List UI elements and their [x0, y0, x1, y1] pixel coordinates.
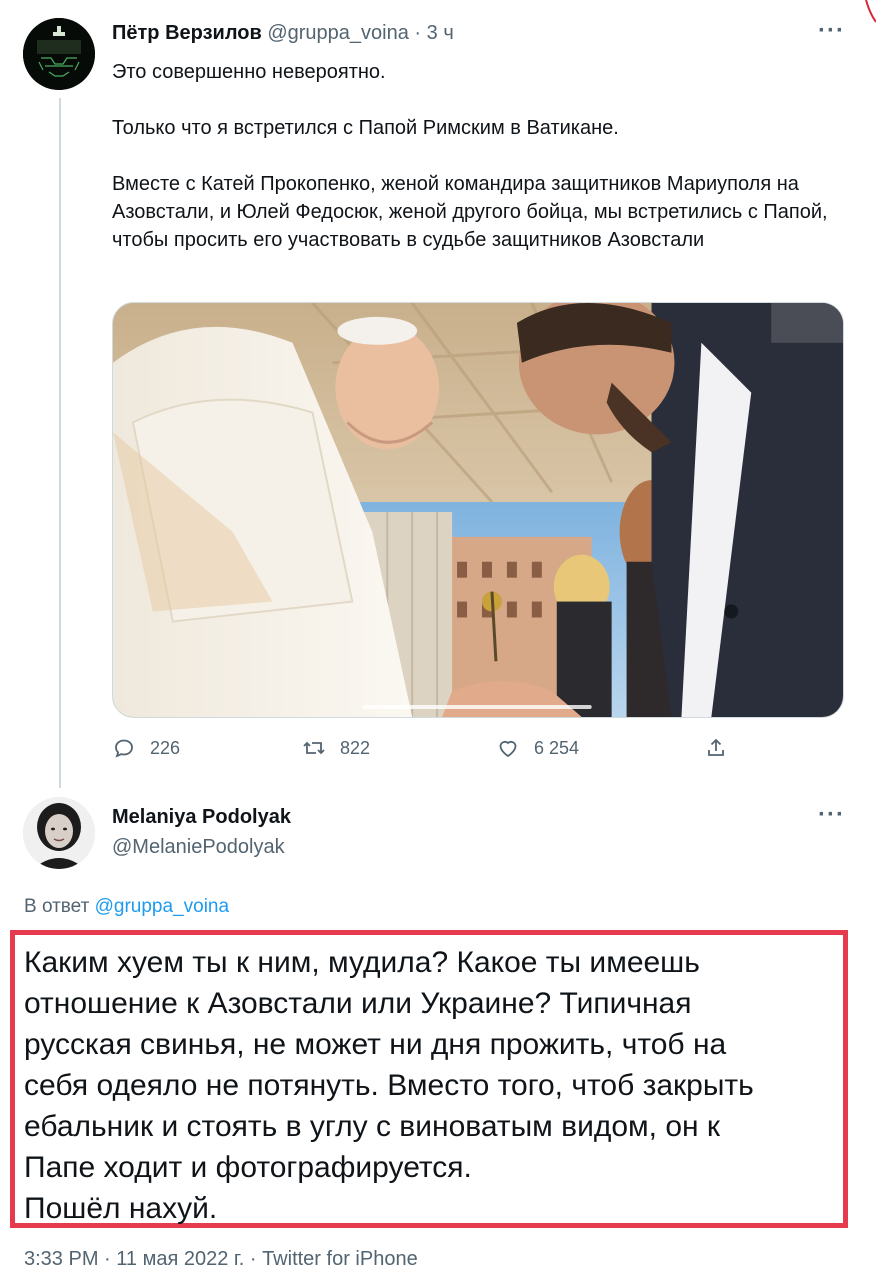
- reply-line: русская свинья, не может ни дня прожить,…: [24, 1028, 727, 1061]
- author-name[interactable]: Melaniya Podolyak: [112, 806, 291, 829]
- reply-text: Каким хуем ты к ним, мудила? Какое ты им…: [24, 942, 844, 1229]
- tweet-time[interactable]: 3 ч: [427, 22, 454, 44]
- share-icon: [708, 738, 724, 756]
- reply-line: ебальник и стоять в углу с виноватым вид…: [24, 1110, 721, 1143]
- author-handle[interactable]: @MelaniePodolyak: [112, 836, 285, 859]
- share-action[interactable]: [704, 736, 728, 760]
- avatar[interactable]: [23, 18, 95, 90]
- reply-line: Каким хуем ты к ним, мудила? Какое ты им…: [24, 946, 700, 979]
- reply-line: Пошёл нахуй.: [24, 1192, 218, 1225]
- thread-connector-line: [59, 98, 61, 788]
- annotation-mark: [865, 0, 876, 23]
- mention-link[interactable]: @gruppa_voina: [95, 896, 229, 917]
- tweet-paragraph: Вместе с Катей Прокопенко, женой команди…: [112, 173, 828, 251]
- retweet-icon: [303, 741, 325, 755]
- reply-count: 226: [150, 737, 181, 758]
- replying-to: В ответ @gruppa_voina: [24, 896, 229, 918]
- more-options-icon[interactable]: ···: [818, 19, 845, 43]
- tweet-text: Это совершенно невероятно. Только что я …: [112, 58, 852, 254]
- like-action[interactable]: 6 254: [496, 736, 579, 760]
- reply-line: отношение к Азовстали или Украине? Типич…: [24, 987, 692, 1020]
- more-options-icon[interactable]: ···: [818, 803, 845, 827]
- tweet-paragraph: Это совершенно невероятно.: [112, 61, 386, 83]
- reply-action[interactable]: 226: [112, 736, 180, 760]
- avatar[interactable]: [23, 797, 95, 869]
- like-count: 6 254: [534, 737, 580, 758]
- replying-label: В ответ: [24, 896, 90, 917]
- retweet-count: 822: [340, 737, 371, 758]
- heart-icon: [499, 740, 517, 758]
- tweet-header: Пётр Верзилов @gruppa_voina · 3 ч: [112, 22, 454, 45]
- tweet-photo[interactable]: [112, 302, 844, 718]
- tweet-timestamp[interactable]: 3:33 PM · 11 мая 2022 г. · Twitter for i…: [24, 1248, 418, 1271]
- reply-line: себя одеяло не потянуть. Вместо того, чт…: [24, 1069, 754, 1102]
- tweet-actions: 226 822 6 254: [112, 736, 732, 766]
- author-name[interactable]: Пётр Верзилов: [112, 22, 262, 44]
- reply-icon: [115, 739, 133, 758]
- tweet-paragraph: Только что я встретился с Папой Римским …: [112, 117, 619, 139]
- author-handle[interactable]: @gruppa_voina: [267, 22, 409, 44]
- header-separator: ·: [414, 22, 422, 44]
- reply-line: Папе ходит и фотографируется.: [24, 1151, 472, 1184]
- retweet-action[interactable]: 822: [302, 736, 370, 760]
